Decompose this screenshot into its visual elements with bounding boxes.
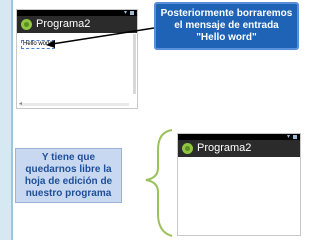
app-title-2: Programa2 — [197, 142, 252, 154]
pointer-arrow — [46, 27, 155, 48]
screenshot-empty-app: ▾ Programa2 — [177, 133, 301, 236]
callout-left-text: Y tiene que quedarnos libre la hoja de e… — [24, 151, 113, 199]
battery-icon-2 — [293, 135, 297, 139]
android-app-icon-2 — [182, 143, 193, 154]
action-bar-2: Programa2 — [178, 140, 300, 157]
callout-left: Y tiene que quedarnos libre la hoja de e… — [15, 148, 122, 203]
curly-brace — [145, 129, 173, 237]
